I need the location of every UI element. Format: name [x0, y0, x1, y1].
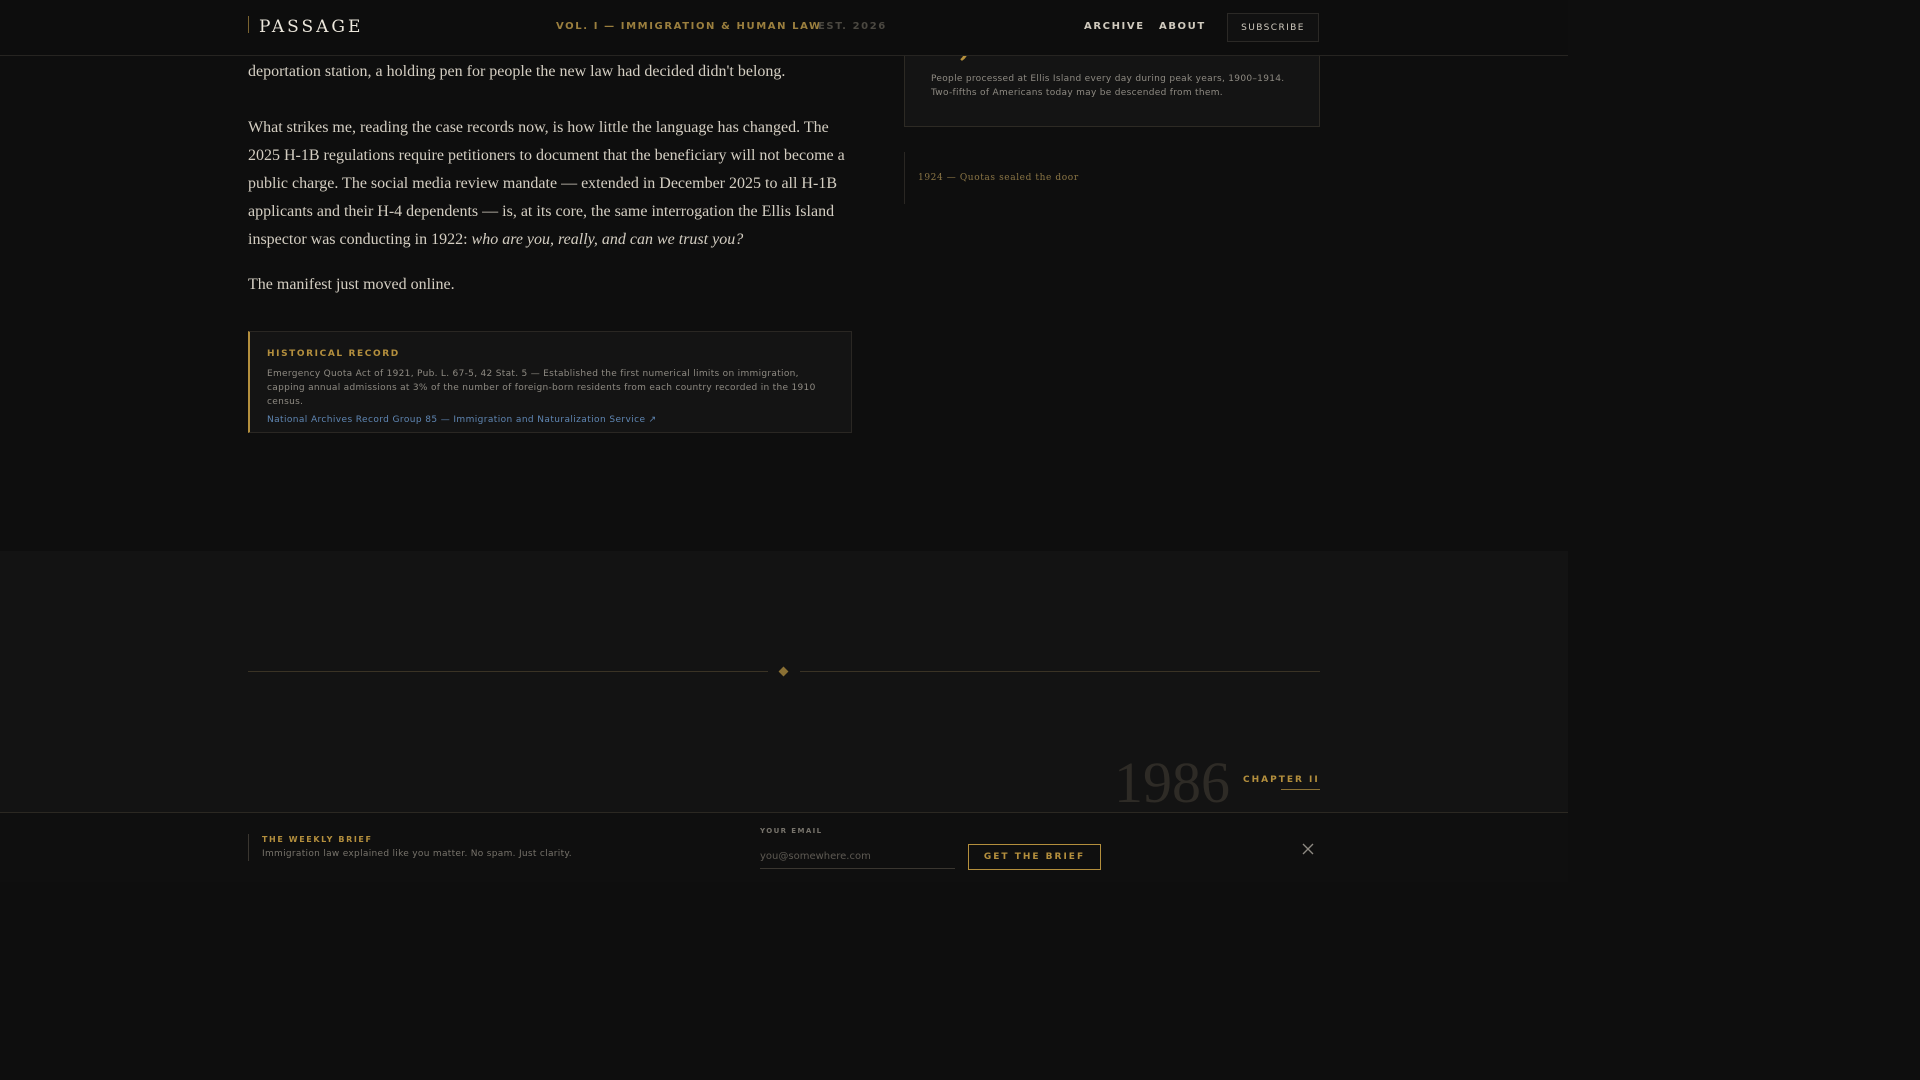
close-icon-glyph — [1302, 843, 1314, 855]
timeline-entry[interactable]: 1924 — Quotas sealed the door — [918, 173, 1079, 183]
chapter-underline — [1281, 789, 1320, 790]
newsletter-subtitle: Immigration law explained like you matte… — [262, 849, 572, 859]
article-paragraph: The manifest just moved online. — [248, 276, 455, 293]
record-label: HISTORICAL RECORD — [267, 349, 400, 359]
nav-archive[interactable]: ARCHIVE — [1084, 21, 1145, 32]
email-input[interactable] — [760, 845, 955, 869]
get-brief-button[interactable]: GET THE BRIEF — [968, 844, 1101, 870]
article-paragraph-text: What strikes me, reading the case record… — [248, 119, 845, 248]
newsletter-bar: THE WEEKLY BRIEF Immigration law explain… — [0, 812, 1568, 882]
timeline: 1924 — Quotas sealed the door — [904, 152, 1079, 204]
subscribe-button[interactable]: SUBSCRIBE — [1227, 13, 1319, 42]
record-source-link[interactable]: National Archives Record Group 85 — Immi… — [267, 415, 835, 425]
section-divider — [800, 671, 1320, 672]
article-paragraph: deportation station, a holding pen for p… — [248, 63, 786, 80]
article-paragraph-emphasis: who are you, really, and can we trust yo… — [471, 231, 744, 248]
chapter-label: CHAPTER II — [1243, 775, 1320, 785]
section-divider — [248, 671, 768, 672]
brand[interactable]: PASSAGE — [248, 16, 363, 36]
newsletter-info: THE WEEKLY BRIEF Immigration law explain… — [248, 834, 572, 861]
email-label: YOUR EMAIL — [760, 827, 823, 835]
historical-record-callout: HISTORICAL RECORD Emergency Quota Act of… — [248, 331, 852, 433]
established-label: EST. 2026 — [818, 21, 887, 32]
stat-description: People processed at Ellis Island every d… — [931, 74, 1285, 98]
chapter-year: 1986 — [1114, 750, 1230, 815]
brand-name[interactable]: PASSAGE — [259, 17, 363, 37]
record-body: Emergency Quota Act of 1921, Pub. L. 67-… — [267, 369, 816, 407]
article-paragraph: What strikes me, reading the case record… — [248, 114, 852, 254]
volume-label: VOL. I — IMMIGRATION & HUMAN LAW — [556, 21, 822, 32]
site-header: PASSAGE VOL. I — IMMIGRATION & HUMAN LAW… — [0, 0, 1568, 56]
close-icon[interactable] — [1300, 841, 1316, 857]
newsletter-title: THE WEEKLY BRIEF — [262, 835, 373, 844]
nav-about[interactable]: ABOUT — [1159, 21, 1206, 32]
